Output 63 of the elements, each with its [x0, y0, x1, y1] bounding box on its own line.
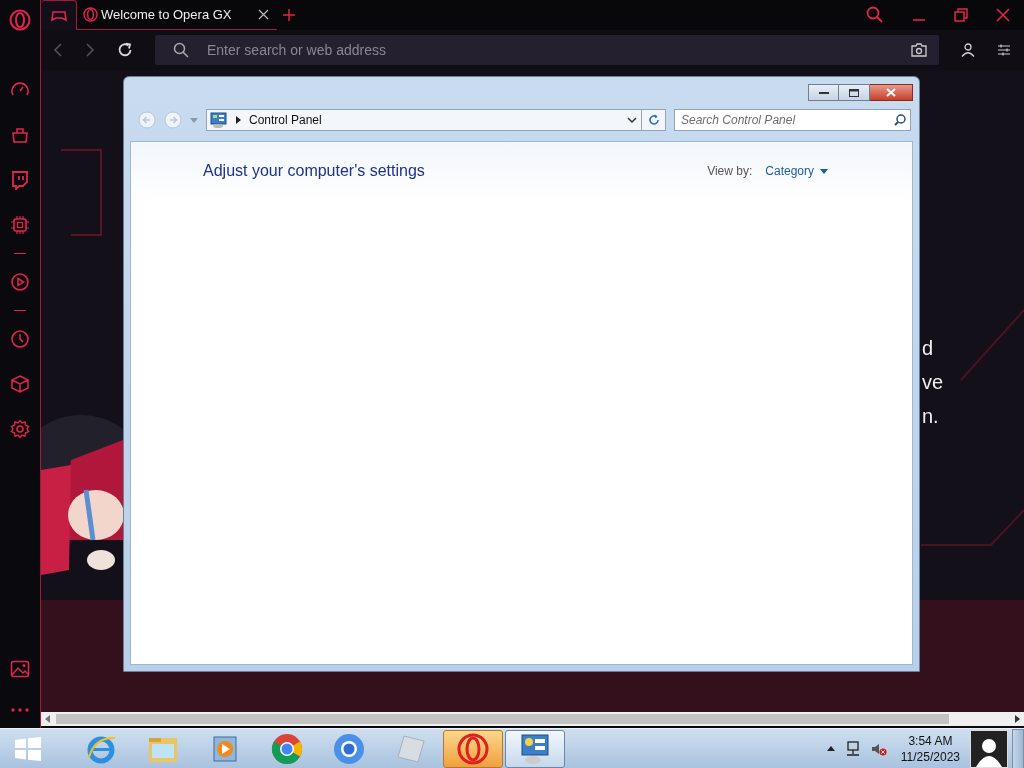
circle-logo-icon: [271, 732, 303, 765]
network-icon[interactable]: [844, 740, 861, 757]
user-icon[interactable]: [961, 43, 975, 57]
address-bar[interactable]: Control Panel: [206, 109, 642, 131]
opera-icon: [83, 7, 98, 22]
restore-icon[interactable]: [954, 8, 968, 22]
control-panel-icon: [210, 112, 228, 128]
user-avatar[interactable]: [970, 729, 1008, 768]
scroll-left-icon[interactable]: [44, 715, 52, 723]
play-icon: [212, 734, 238, 763]
opera-taskbar-button[interactable]: [443, 729, 503, 768]
close-icon[interactable]: [258, 9, 269, 20]
control-panel-icon: [519, 732, 551, 765]
opera-logo-icon[interactable]: [9, 9, 31, 31]
search-icon[interactable]: [866, 6, 884, 24]
tab-title: Welcome to Opera GX: [101, 7, 232, 22]
image-icon[interactable]: [10, 660, 30, 678]
circle-logo-icon: [333, 732, 365, 765]
new-tab-icon[interactable]: [283, 9, 295, 21]
clock[interactable]: 3:54 AM 11/25/2023: [900, 732, 960, 765]
twitch-icon[interactable]: [10, 170, 30, 190]
page-text: ve: [922, 370, 944, 395]
view-by-dropdown[interactable]: Category: [765, 164, 828, 178]
maximize-button[interactable]: [839, 84, 870, 101]
scrollbar-thumb[interactable]: [56, 714, 949, 724]
bag-icon[interactable]: [10, 125, 30, 145]
settings-sliders-icon[interactable]: [997, 44, 1011, 56]
caret-icon: [820, 168, 828, 174]
close-icon[interactable]: [996, 8, 1010, 22]
cube-icon[interactable]: [10, 374, 30, 394]
scroll-right-icon[interactable]: [1013, 715, 1021, 723]
page-heading: Adjust your computer's settings: [203, 162, 425, 180]
search-icon: [173, 42, 189, 58]
chevron-icon: [236, 116, 241, 124]
gamepad-icon: [50, 9, 67, 22]
o-logo-icon: [457, 732, 489, 765]
windows-logo-icon: [14, 736, 41, 761]
page-text: d: [922, 336, 935, 361]
view-by-label: View by:: [707, 164, 753, 178]
back-icon[interactable]: [53, 43, 63, 57]
page-text: n.: [922, 404, 940, 429]
control-panel-taskbar-button[interactable]: [505, 729, 565, 768]
play-icon[interactable]: [10, 272, 30, 292]
dropdown-icon[interactable]: [627, 116, 637, 124]
maximize-icon: [849, 88, 859, 97]
close-icon: [886, 88, 896, 97]
refresh-button[interactable]: [642, 109, 666, 131]
forward-icon[interactable]: [85, 43, 95, 57]
gaming-tab[interactable]: [41, 0, 77, 30]
camera-icon[interactable]: [911, 43, 927, 57]
clock-icon[interactable]: [10, 329, 30, 349]
volume-muted-icon[interactable]: [870, 741, 887, 756]
show-hidden-icons-icon[interactable]: [826, 746, 835, 751]
more-icon[interactable]: [11, 708, 29, 712]
minimize-button[interactable]: [808, 84, 839, 101]
reload-icon[interactable]: [117, 42, 133, 58]
address-field[interactable]: Enter search or web address: [155, 35, 939, 65]
search-icon: [894, 114, 906, 126]
chip-icon[interactable]: [10, 215, 30, 235]
settings-icon[interactable]: [10, 419, 30, 439]
close-button[interactable]: [870, 84, 913, 101]
search-field[interactable]: Search Control Panel: [674, 109, 911, 131]
refresh-icon: [647, 114, 660, 126]
